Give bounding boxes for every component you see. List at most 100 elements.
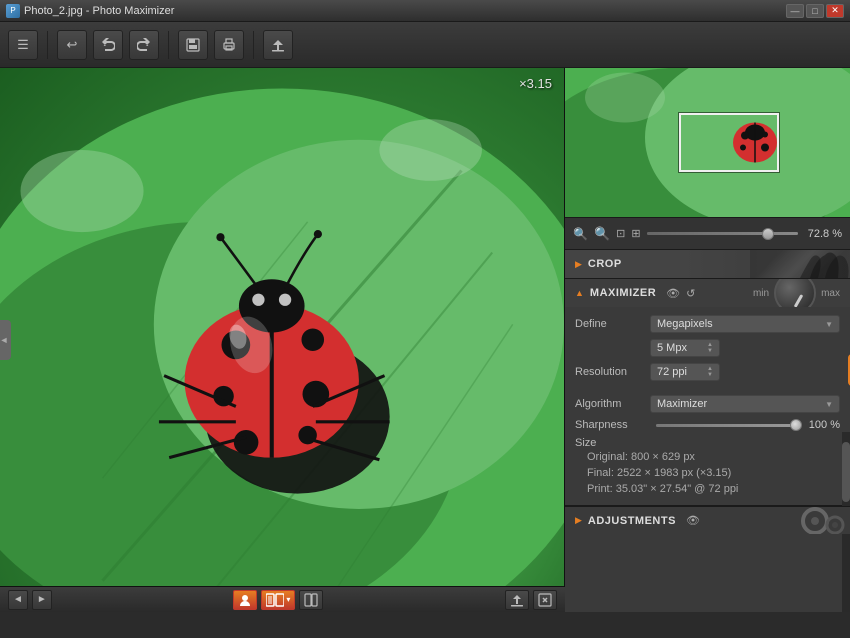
mpx-value: 5 Mpx [657, 342, 687, 354]
maximizer-header[interactable]: ▲ MAXIMIZER 👁 ↺ min max [565, 279, 850, 307]
resolution-spinner-arrows: ▲ ▼ [707, 366, 713, 378]
thumbnail-area [565, 68, 850, 218]
zoom-badge: ×3.15 [519, 76, 552, 91]
save-button[interactable] [178, 30, 208, 60]
maximizer-body: Define Megapixels ▼ 5 Mpx ▲ [565, 307, 850, 505]
mpx-spinner[interactable]: 5 Mpx ▲ ▼ [650, 339, 720, 357]
thumbnail-image [565, 68, 850, 217]
adjustments-title: ADJUSTMENTS [588, 515, 676, 527]
toolbar-divider-3 [253, 31, 254, 59]
size-section: Size Original: 800 × 629 px Final: 2522 … [575, 437, 840, 497]
canvas-area: ×3.15 [0, 68, 565, 586]
close-button[interactable]: ✕ [826, 4, 844, 18]
face-button[interactable] [233, 590, 257, 610]
undo-button[interactable]: ↩ [57, 30, 87, 60]
maximizer-section: ▲ MAXIMIZER 👁 ↺ min max [565, 279, 850, 506]
panels-container: ▶ ▶ CROP [565, 250, 850, 534]
sharpness-slider[interactable] [656, 424, 796, 427]
left-panel-tab[interactable]: ◄ [0, 320, 11, 360]
algorithm-value: Maximizer [657, 398, 707, 410]
crop-title: CROP [588, 258, 622, 270]
bottom-toolbar: ◄ ► ▾ [0, 586, 565, 612]
original-size: Original: 800 × 629 px [575, 449, 840, 465]
eye-icon[interactable]: 👁 [666, 287, 680, 300]
toolbar-divider-1 [47, 31, 48, 59]
crop-header-bg [750, 250, 850, 278]
adjustments-header[interactable]: ▶ ADJUSTMENTS 👁 [565, 506, 850, 534]
print-size: Print: 35.03" × 27.54" @ 72 ppi [575, 481, 840, 497]
zoom-controls: 🔍 🔍 ⊡ ⊞ 72.8 % [565, 218, 850, 250]
resolution-label: Resolution [575, 366, 650, 378]
define-value: Megapixels [657, 318, 713, 330]
zoom-in-icon[interactable]: 🔍 [594, 226, 610, 242]
algorithm-row: Algorithm Maximizer ▼ [575, 395, 840, 413]
knob-indicator [794, 294, 804, 307]
split-button[interactable] [299, 590, 323, 610]
sharpness-label: Sharpness [575, 419, 650, 431]
crop-arrow-icon: ▶ [575, 259, 582, 270]
knob-area: min max [753, 279, 840, 307]
menu-button[interactable]: ☰ [8, 30, 38, 60]
main-toolbar: ☰ ↩ [0, 22, 850, 68]
adjustments-icons: 👁 [686, 514, 700, 527]
fit-icon[interactable]: ⊡ [616, 227, 625, 240]
define-dropdown-arrow: ▼ [825, 320, 833, 329]
adjustments-arrow-icon: ▶ [575, 515, 582, 526]
scroll-thumb [842, 442, 850, 502]
zoom-out-icon[interactable]: 🔍 [573, 227, 588, 241]
zoom-slider[interactable] [647, 232, 798, 235]
maximize-button[interactable]: □ [806, 4, 824, 18]
sharpness-value: 100 % [802, 419, 840, 431]
sharpness-track [656, 424, 796, 427]
sharpness-thumb [790, 419, 802, 431]
mpx-row: 5 Mpx ▲ ▼ [575, 339, 840, 357]
upload-button[interactable] [505, 590, 529, 610]
resolution-spinner[interactable]: 72 ppi ▲ ▼ [650, 363, 720, 381]
title-bar-left: P Photo_2.jpg - Photo Maximizer [6, 4, 174, 18]
compare-button[interactable]: ▾ [261, 590, 295, 610]
adjustments-eye-icon[interactable]: 👁 [686, 514, 700, 527]
window-controls: — □ ✕ [786, 4, 844, 18]
zoom-slider-thumb [762, 228, 774, 240]
zoom-percentage: 72.8 % [804, 228, 842, 240]
main-area: ◄ [0, 68, 850, 612]
define-row: Define Megapixels ▼ [575, 315, 840, 333]
leaf-svg [0, 68, 564, 586]
close-file-button[interactable] [533, 590, 557, 610]
crop-section: ▶ CROP [565, 250, 850, 279]
canvas-wrapper: ◄ [0, 68, 565, 612]
undo2-button[interactable] [93, 30, 123, 60]
sharpness-row: Sharpness 100 % [575, 419, 840, 431]
algorithm-dropdown[interactable]: Maximizer ▼ [650, 395, 840, 413]
define-label: Define [575, 318, 650, 330]
maximizer-title: MAXIMIZER [590, 287, 656, 299]
toolbar-divider-2 [168, 31, 169, 59]
crop-header[interactable]: ▶ CROP [565, 250, 850, 278]
crop-silhouette [750, 250, 850, 278]
thumbnail-selection [679, 113, 779, 173]
app-icon: P [6, 4, 20, 18]
algorithm-label: Algorithm [575, 398, 650, 410]
maximizer-icons: 👁 ↺ [666, 287, 695, 300]
nav-prev-button[interactable]: ◄ [8, 590, 28, 610]
redo-button[interactable] [129, 30, 159, 60]
nav-next-button[interactable]: ► [32, 590, 52, 610]
maximizer-arrow-icon: ▲ [575, 288, 584, 298]
title-bar: P Photo_2.jpg - Photo Maximizer — □ ✕ [0, 0, 850, 22]
print-button[interactable] [214, 30, 244, 60]
main-image: ×3.15 [0, 68, 564, 586]
actual-size-icon[interactable]: ⊞ [631, 227, 640, 240]
final-size: Final: 2522 × 1983 px (×3.15) [575, 465, 840, 481]
size-label: Size [575, 437, 650, 449]
resolution-row: Resolution 72 ppi ▲ ▼ [575, 363, 840, 381]
knob-max-label: max [821, 288, 840, 299]
export-button[interactable] [263, 30, 293, 60]
reset-icon[interactable]: ↺ [686, 287, 695, 300]
knob-min-label: min [753, 288, 769, 299]
app-title: Photo_2.jpg - Photo Maximizer [24, 5, 174, 17]
maximizer-knob[interactable] [774, 279, 816, 307]
algorithm-dropdown-arrow: ▼ [825, 400, 833, 409]
right-panel: 🔍 🔍 ⊡ ⊞ 72.8 % ▶ ▶ CROP [565, 68, 850, 612]
minimize-button[interactable]: — [786, 4, 804, 18]
define-dropdown[interactable]: Megapixels ▼ [650, 315, 840, 333]
